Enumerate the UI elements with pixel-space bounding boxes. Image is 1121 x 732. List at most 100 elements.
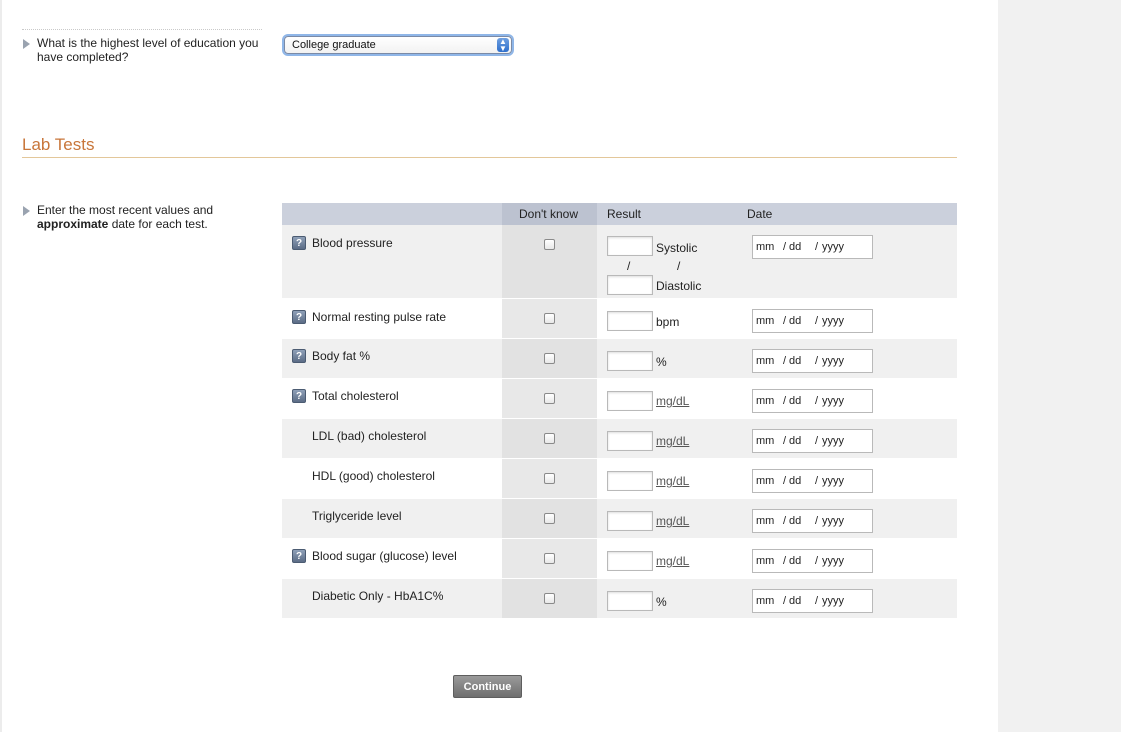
date-yyyy: yyyy — [822, 595, 844, 607]
date-dd: dd — [789, 475, 802, 487]
section-divider — [22, 157, 957, 158]
instruction-text-pre: Enter the most recent values and — [37, 203, 214, 217]
date-input[interactable]: mm / dd / yyyy — [752, 309, 873, 333]
date-sep: / — [783, 315, 787, 327]
header-result: Result — [607, 207, 642, 221]
table-header: Don't know Result Date — [282, 203, 957, 225]
help-icon[interactable]: ? — [292, 349, 306, 363]
table-row: ? Total cholesterol mg/dL mm / dd / yyyy — [282, 379, 957, 419]
instruction-text-bold: approximate — [37, 217, 109, 231]
dotted-divider — [22, 29, 262, 30]
date-sep: / — [783, 241, 787, 253]
date-yyyy: yyyy — [822, 475, 844, 487]
date-dd: dd — [789, 395, 802, 407]
help-icon[interactable]: ? — [292, 549, 306, 563]
date-mm: mm — [756, 315, 775, 327]
help-icon[interactable]: ? — [292, 236, 306, 250]
lab-tests-table: Don't know Result Date ? Blood pressure … — [282, 203, 957, 619]
education-question: What is the highest level of education y… — [37, 36, 259, 64]
date-input[interactable]: mm / dd / yyyy — [752, 509, 873, 533]
date-input[interactable]: mm / dd / yyyy — [752, 349, 873, 373]
dont-know-checkbox[interactable] — [544, 473, 555, 484]
education-select[interactable]: College graduate ▲ ▼ — [284, 36, 512, 54]
date-sep: / — [815, 395, 819, 407]
education-selected-value: College graduate — [292, 39, 376, 51]
left-gutter — [0, 0, 2, 732]
unit-link[interactable]: mg/dL — [656, 474, 689, 488]
unit-link[interactable]: mg/dL — [656, 554, 689, 568]
row-label: HDL (good) cholesterol — [312, 469, 435, 483]
date-sep: / — [815, 515, 819, 527]
dont-know-checkbox[interactable] — [544, 239, 555, 250]
table-row: ? Blood sugar (glucose) level mg/dL mm /… — [282, 539, 957, 579]
dont-know-checkbox[interactable] — [544, 353, 555, 364]
date-input[interactable]: mm / dd / yyyy — [752, 549, 873, 573]
table-row: LDL (bad) cholesterol mg/dL mm / dd / yy… — [282, 419, 957, 459]
result-input[interactable] — [607, 511, 653, 531]
date-sep: / — [783, 515, 787, 527]
result-input[interactable] — [607, 391, 653, 411]
dont-know-checkbox[interactable] — [544, 313, 555, 324]
date-input[interactable]: mm / dd / yyyy — [752, 389, 873, 413]
diastolic-unit: Diastolic — [656, 279, 702, 293]
systolic-input[interactable] — [607, 236, 653, 256]
instruction-arrow-icon — [23, 206, 30, 216]
dont-know-checkbox[interactable] — [544, 393, 555, 404]
date-sep: / — [815, 315, 819, 327]
date-mm: mm — [756, 515, 775, 527]
header-date: Date — [747, 207, 773, 221]
date-mm: mm — [756, 475, 775, 487]
help-icon[interactable]: ? — [292, 389, 306, 403]
diastolic-input[interactable] — [607, 275, 653, 295]
unit-link[interactable]: mg/dL — [656, 434, 689, 448]
date-mm: mm — [756, 555, 775, 567]
table-row: ? Normal resting pulse rate bpm mm / dd … — [282, 299, 957, 339]
date-sep: / — [783, 435, 787, 447]
dont-know-checkbox[interactable] — [544, 433, 555, 444]
result-input[interactable] — [607, 311, 653, 331]
help-icon[interactable]: ? — [292, 310, 306, 324]
date-input[interactable]: mm / dd / yyyy — [752, 469, 873, 493]
date-sep: / — [815, 435, 819, 447]
row-label: Normal resting pulse rate — [312, 310, 447, 324]
result-input[interactable] — [607, 551, 653, 571]
date-input[interactable]: mm / dd / yyyy — [752, 429, 873, 453]
date-yyyy: yyyy — [822, 555, 844, 567]
date-sep: / — [783, 595, 787, 607]
date-sep: / — [783, 355, 787, 367]
date-yyyy: yyyy — [822, 315, 844, 327]
dont-know-checkbox[interactable] — [544, 513, 555, 524]
result-input[interactable] — [607, 471, 653, 491]
header-dont-know: Don't know — [519, 207, 578, 221]
table-row: ? Body fat % % mm / dd / yyyy — [282, 339, 957, 379]
select-arrows-icon: ▲ ▼ — [497, 38, 509, 53]
result-input[interactable] — [607, 351, 653, 371]
unit-link[interactable]: mg/dL — [656, 394, 689, 408]
row-label: LDL (bad) cholesterol — [312, 429, 427, 443]
date-dd: dd — [789, 435, 802, 447]
date-dd: dd — [789, 315, 802, 327]
lab-instruction: Enter the most recent values and approxi… — [37, 203, 237, 231]
date-input[interactable]: mm / dd / yyyy — [752, 589, 873, 613]
question-arrow-icon — [23, 39, 30, 49]
dont-know-checkbox[interactable] — [544, 553, 555, 564]
result-input[interactable] — [607, 431, 653, 451]
date-yyyy: yyyy — [822, 355, 844, 367]
dont-know-cell — [502, 225, 597, 298]
date-dd: dd — [789, 355, 802, 367]
row-label: Triglyceride level — [312, 509, 402, 523]
continue-button[interactable]: Continue — [453, 675, 522, 698]
date-mm: mm — [756, 355, 775, 367]
row-label: Blood sugar (glucose) level — [312, 549, 457, 563]
date-input[interactable]: mm / dd / yyyy — [752, 235, 873, 259]
unit-link[interactable]: mg/dL — [656, 514, 689, 528]
result-input[interactable] — [607, 591, 653, 611]
date-sep: / — [815, 355, 819, 367]
bp-slash: / — [677, 259, 681, 273]
dont-know-checkbox[interactable] — [544, 593, 555, 604]
result-unit: % — [656, 355, 667, 369]
date-mm: mm — [756, 241, 775, 253]
date-sep: / — [815, 555, 819, 567]
table-row: Triglyceride level mg/dL mm / dd / yyyy — [282, 499, 957, 539]
date-yyyy: yyyy — [822, 435, 844, 447]
